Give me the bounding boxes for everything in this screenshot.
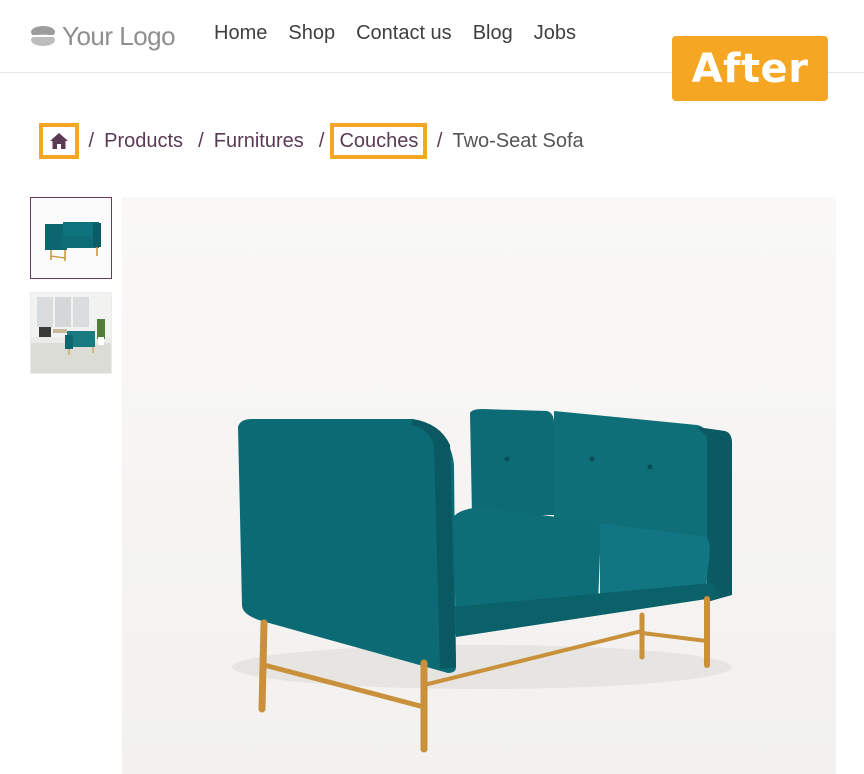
nav-contact-us[interactable]: Contact us (356, 22, 452, 45)
nav-blog[interactable]: Blog (473, 22, 513, 45)
product-thumbnail-2[interactable] (30, 292, 112, 374)
logo-text: Your Logo (62, 20, 176, 51)
breadcrumb-separator: / (431, 129, 443, 152)
home-icon (50, 133, 68, 149)
breadcrumb: / Products / Furnitures / Couches / Two-… (39, 123, 584, 159)
sofa-room-thumbnail (31, 293, 111, 373)
product-page: Your Logo Home Shop Contact us Blog Jobs… (0, 0, 864, 774)
nav-jobs[interactable]: Jobs (534, 22, 576, 45)
nav-home[interactable]: Home (214, 22, 267, 45)
breadcrumb-separator: / (83, 129, 95, 152)
breadcrumb-separator: / (187, 129, 204, 152)
product-thumbnail-1[interactable] (30, 197, 112, 279)
main-nav: Home Shop Contact us Blog Jobs (214, 22, 576, 45)
after-badge: After (672, 36, 828, 101)
breadcrumb-current: Two-Seat Sofa (452, 129, 584, 152)
breadcrumb-couches-highlight: Couches (330, 123, 428, 159)
sofa-main-image (122, 197, 836, 774)
sofa-front-thumbnail (31, 198, 111, 278)
breadcrumb-home-highlight[interactable] (39, 123, 79, 159)
breadcrumb-separator: / (307, 129, 325, 152)
logo-icon (30, 26, 56, 46)
breadcrumb-couches[interactable]: Couches (339, 130, 418, 153)
logo[interactable]: Your Logo (30, 20, 176, 52)
product-main-image[interactable] (122, 197, 836, 774)
breadcrumb-furnitures[interactable]: Furnitures (214, 130, 304, 153)
breadcrumb-products[interactable]: Products (104, 130, 183, 153)
nav-shop[interactable]: Shop (288, 22, 335, 45)
